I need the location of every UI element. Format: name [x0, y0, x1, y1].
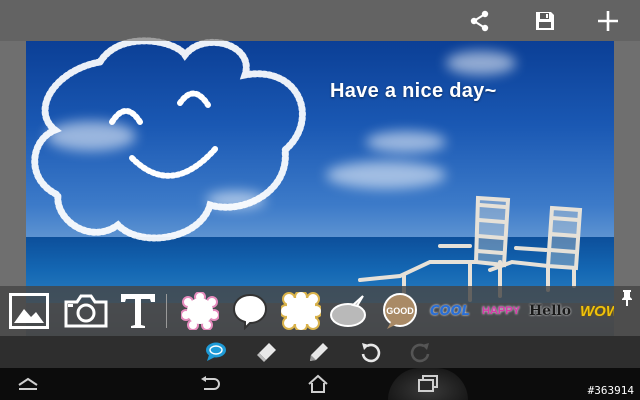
save-icon[interactable] [530, 6, 560, 36]
add-icon[interactable] [593, 6, 623, 36]
collapse-icon[interactable] [8, 372, 48, 396]
sticker-word-wow[interactable]: WOW [580, 290, 614, 332]
pin-icon[interactable] [618, 288, 636, 308]
edit-toolbar [0, 336, 640, 368]
redo-icon[interactable] [408, 340, 434, 364]
cloud-doodle [31, 37, 306, 242]
sticker-good-label: GOOD [386, 306, 414, 316]
sticker-bubble-good[interactable]: GOOD [380, 290, 420, 332]
text-tool-icon[interactable] [118, 290, 158, 332]
doodle-smile [129, 145, 219, 179]
recent-apps-icon[interactable] [388, 368, 468, 400]
share-icon[interactable] [465, 6, 495, 36]
home-icon[interactable] [298, 372, 338, 396]
doodle-eye-left [109, 108, 143, 125]
doodle-eye-right [177, 90, 211, 108]
watermark: #363914 [587, 384, 634, 397]
camera-icon[interactable] [62, 290, 110, 332]
pencil-icon[interactable] [306, 340, 332, 364]
sticker-bubble-scalloped-pink[interactable] [180, 290, 220, 332]
sticker-word-happy[interactable]: HAPPY [480, 290, 522, 332]
sticker-word-cool[interactable]: COOL [430, 290, 470, 332]
sticker-bubble-oval-grey[interactable] [328, 290, 368, 332]
speech-bubble-icon[interactable] [203, 340, 229, 364]
sticker-word-hello[interactable]: Hello [528, 290, 572, 332]
undo-icon[interactable] [357, 340, 383, 364]
eraser-icon[interactable] [254, 340, 280, 364]
back-icon[interactable] [190, 372, 230, 396]
system-nav-bar: #363914 [0, 368, 640, 400]
canvas-text-caption[interactable]: Have a nice day~ [330, 80, 497, 103]
sticker-toolbar: GOOD COOL HAPPY Hello WOW [0, 286, 640, 336]
sticker-bubble-round-white[interactable] [230, 290, 270, 332]
beach-chairs [358, 195, 583, 302]
gallery-icon[interactable] [8, 290, 50, 332]
sticker-bubble-scalloped-yellow[interactable] [280, 290, 322, 332]
top-action-bar [0, 0, 640, 41]
